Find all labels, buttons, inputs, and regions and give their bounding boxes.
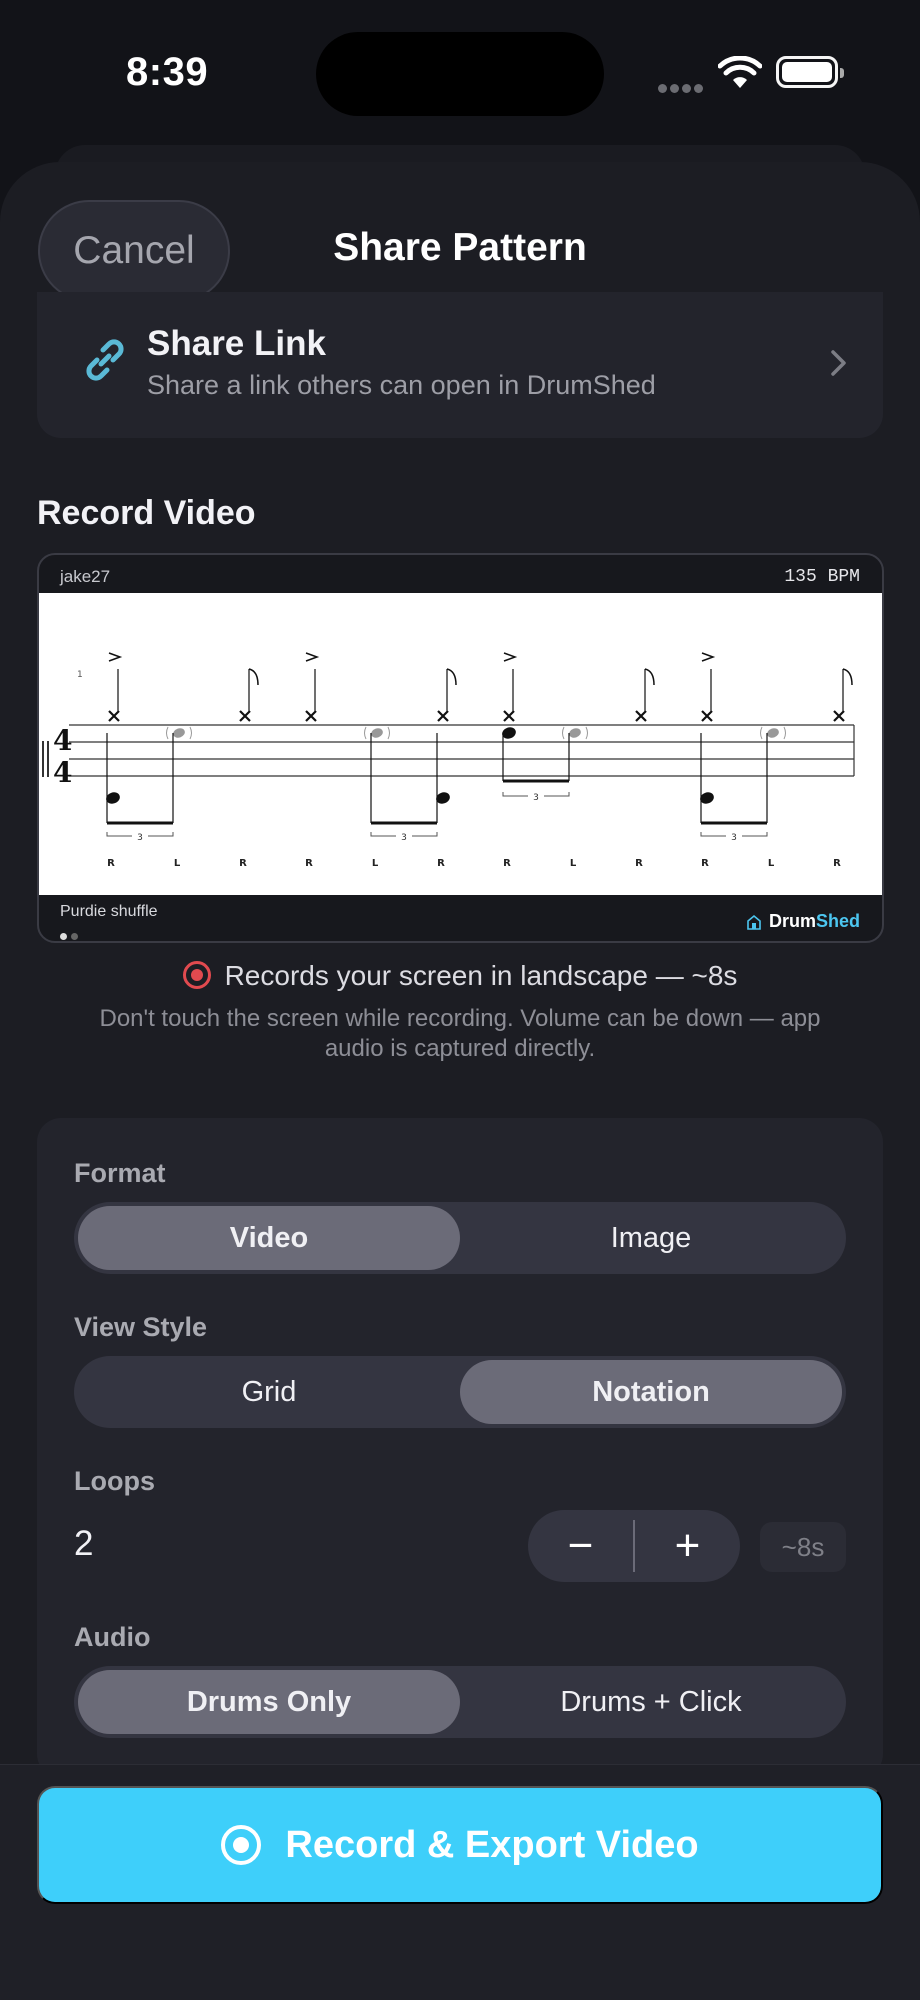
tuplet-number: 3: [731, 833, 737, 843]
audio-option-drums-click[interactable]: Drums + Click: [460, 1670, 842, 1734]
preview-pattern-name: Purdie shuffle: [60, 903, 158, 920]
sticking-letter: R: [503, 858, 511, 869]
chevron-right-icon: [831, 350, 846, 376]
loops-label: Loops: [74, 1466, 155, 1496]
record-icon: [182, 961, 211, 989]
view-style-label: View Style: [74, 1312, 208, 1342]
drum-notes: [106, 726, 786, 825]
ghost-note: [767, 728, 779, 738]
share-link-row[interactable]: Share Link Share a link others can open …: [37, 292, 883, 438]
cellular-signal-icon: [658, 80, 706, 93]
loops-value: 2: [74, 1524, 94, 1563]
link-icon: [86, 339, 124, 381]
record-icon: [221, 1825, 262, 1865]
accent-mark: [701, 652, 716, 662]
sticking-letter: R: [437, 858, 445, 869]
format-segmented-control: Video Image: [74, 1202, 846, 1274]
record-export-button[interactable]: Record & Export Video: [37, 1786, 883, 1904]
measure-number: 1: [77, 670, 83, 680]
record-info: Records your screen in landscape — ~8s: [0, 960, 920, 992]
notation-staff: 4 4 1 3 3 3 3 R L R R L R R L R R L R: [39, 593, 882, 895]
wifi-icon: [718, 56, 762, 88]
loops-stepper: − +: [528, 1510, 740, 1582]
sticking-letter: R: [305, 858, 313, 869]
record-video-heading: Record Video: [37, 494, 256, 532]
sticking-letter: L: [768, 858, 775, 869]
status-time: 8:39: [126, 50, 209, 94]
view-style-option-grid[interactable]: Grid: [78, 1360, 460, 1424]
time-sig-top: 4: [53, 724, 72, 757]
note-flag: [248, 668, 259, 686]
hihat-x-note: [503, 710, 515, 722]
record-export-label: Record & Export Video: [285, 1823, 699, 1866]
hihat-x-note: [437, 710, 449, 722]
sticking-row: RLRRLRRLRRLR: [107, 858, 841, 869]
hihat-x-note: [701, 710, 713, 722]
accent-mark: [503, 652, 518, 662]
sticking-letter: R: [833, 858, 841, 869]
sticking-letter: L: [570, 858, 577, 869]
status-bar: 8:39: [0, 0, 920, 150]
brand-prefix: Drum: [768, 911, 816, 931]
audio-segmented-control: Drums Only Drums + Click: [74, 1666, 846, 1738]
note-flag: [842, 668, 853, 686]
accent-mark: [305, 652, 320, 662]
preview-username: jake27: [60, 567, 111, 586]
tuplet-number: 3: [533, 793, 539, 803]
drum-notation-svg: 4 4 1 3 3 3 3 R L R R L R R L R R L R: [42, 652, 855, 869]
sticking-letter: L: [174, 858, 181, 869]
sticking-letter: R: [701, 858, 709, 869]
audio-option-drums-only[interactable]: Drums Only: [78, 1670, 460, 1734]
dynamic-island: [316, 32, 604, 116]
tuplet-number: 3: [401, 833, 407, 843]
hihat-x-note: [635, 710, 647, 722]
hihat-x-note: [305, 710, 317, 722]
tuplet-number: 3: [137, 833, 143, 843]
format-option-image[interactable]: Image: [460, 1206, 842, 1270]
battery-icon: [776, 56, 844, 88]
page-indicator: [60, 927, 82, 941]
duration-badge: ~8s: [760, 1522, 846, 1572]
hihat-notes: [108, 652, 853, 722]
hihat-x-note: [108, 710, 120, 722]
view-style-segmented-control: Grid Notation: [74, 1356, 846, 1428]
view-style-option-notation[interactable]: Notation: [460, 1360, 842, 1424]
drumshed-logo-icon: [747, 914, 761, 930]
record-hint: Don't touch the screen while recording. …: [99, 1005, 821, 1062]
drumshed-logo: Drum Shed: [745, 911, 860, 932]
share-link-title: Share Link: [147, 324, 326, 363]
accent-mark: [108, 652, 123, 662]
sticking-letter: L: [372, 858, 379, 869]
notation-preview: jake27 135 BPM 4 4 1 3 3 3 3 R L R R L R R L R R L R P…: [37, 553, 884, 943]
sticking-letter: R: [635, 858, 643, 869]
preview-header: jake27 135 BPM: [39, 555, 882, 593]
sticking-letter: R: [107, 858, 115, 869]
brand-suffix: Shed: [815, 911, 860, 931]
ghost-note: [569, 728, 581, 738]
note-flag: [446, 668, 457, 686]
ghost-note: [173, 728, 185, 738]
time-sig-bottom: 4: [53, 756, 72, 789]
hihat-x-note: [833, 710, 845, 722]
loops-decrement-button[interactable]: −: [528, 1510, 633, 1582]
loops-increment-button[interactable]: +: [635, 1510, 740, 1582]
sticking-letter: R: [239, 858, 247, 869]
audio-label: Audio: [74, 1622, 151, 1652]
record-info-text: Records your screen in landscape — ~8s: [224, 960, 738, 991]
ghost-note: [371, 728, 383, 738]
cancel-button[interactable]: Cancel: [38, 200, 230, 302]
preview-bpm: 135 BPM: [784, 567, 860, 587]
format-option-video[interactable]: Video: [78, 1206, 460, 1270]
format-label: Format: [74, 1158, 166, 1188]
hihat-x-note: [239, 710, 251, 722]
note-flag: [644, 668, 655, 686]
share-link-subtitle: Share a link others can open in DrumShed: [147, 370, 656, 400]
